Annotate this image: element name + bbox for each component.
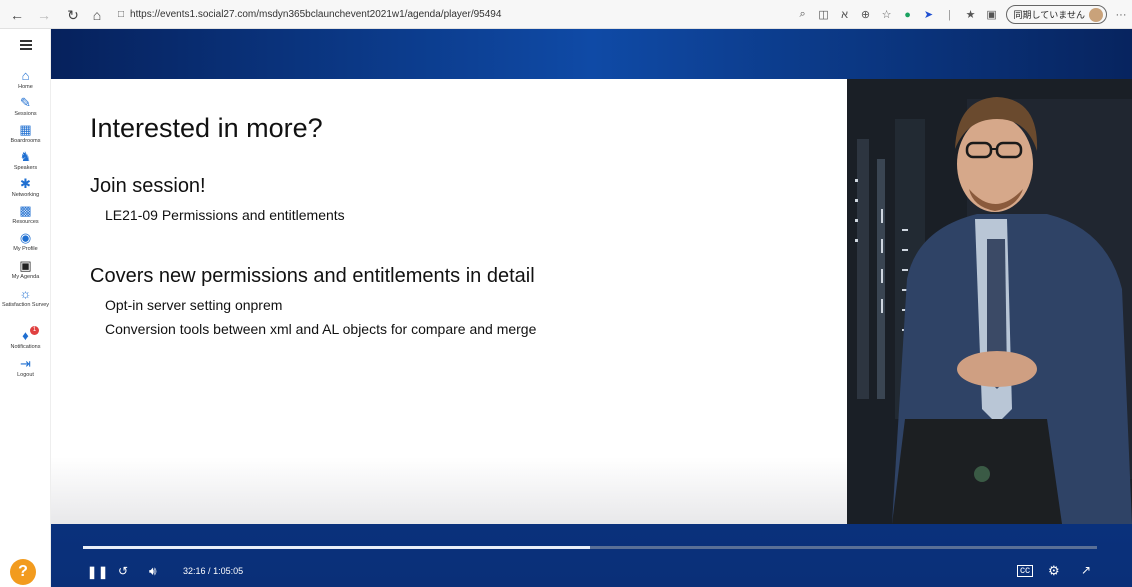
extension-green-icon[interactable]: ● bbox=[901, 9, 915, 21]
sync-label: 同期していません bbox=[1013, 10, 1085, 20]
timecode: 32:16 / 1:05:05 bbox=[183, 566, 243, 576]
sidebar-item-logout[interactable]: ⇥ Logout bbox=[0, 357, 51, 379]
time-current: 32:16 bbox=[183, 566, 206, 576]
address-bar[interactable]: □ https://events1.social27.com/msdyn365b… bbox=[118, 5, 808, 24]
captions-icon[interactable]: cc bbox=[1017, 565, 1033, 577]
slide-heading-covers: Covers new permissions and entitlements … bbox=[90, 265, 535, 287]
url-text: https://events1.social27.com/msdyn365bcl… bbox=[130, 9, 502, 20]
sidebar-item-networking[interactable]: ✱ Networking bbox=[0, 177, 51, 199]
speaker-video-image bbox=[847, 79, 1132, 524]
time-separator: / bbox=[208, 566, 211, 576]
resources-icon: ▩ bbox=[19, 203, 32, 218]
speaker-icon: ♞ bbox=[19, 149, 32, 164]
sidebar-item-home[interactable]: ⌂ Home bbox=[0, 69, 51, 91]
logout-icon: ⇥ bbox=[20, 356, 31, 371]
sidebar-item-label: Notifications bbox=[10, 344, 41, 350]
refresh-icon[interactable]: ↻ bbox=[62, 4, 84, 26]
sidebar-item-label: My Agenda bbox=[11, 274, 40, 280]
back-icon[interactable]: ← bbox=[6, 4, 28, 26]
sidebar-item-my-agenda[interactable]: ▣ My Agenda bbox=[0, 259, 51, 281]
sync-button[interactable]: 同期していません bbox=[1005, 5, 1107, 24]
sidebar-item-label: My Profile bbox=[13, 246, 38, 252]
translate-icon[interactable]: א bbox=[838, 9, 852, 21]
time-total: 1:05:05 bbox=[213, 566, 244, 576]
progress-bar[interactable] bbox=[83, 546, 1097, 549]
sidebar-item-label: Speakers bbox=[13, 165, 38, 171]
player-controls: ❚❚ ↺ 🔊︎ 32:16 / 1:05:05 cc ⚙ ↗ bbox=[51, 558, 1132, 587]
pencil-icon: ✎ bbox=[20, 95, 31, 110]
sidebar-item-label: Logout bbox=[17, 372, 34, 378]
fullscreen-icon[interactable]: ↗ bbox=[1081, 563, 1091, 577]
settings-gear-icon[interactable]: ⚙ bbox=[1048, 563, 1060, 579]
forward-icon[interactable]: → bbox=[33, 4, 55, 26]
event-sidebar: ⌂ Home ✎ Sessions ▦ Boardrooms ♞ Speaker… bbox=[0, 29, 51, 587]
sidebar-item-sessions[interactable]: ✎ Sessions bbox=[0, 96, 51, 118]
favorite-add-icon[interactable]: ☆ bbox=[880, 8, 894, 21]
sidebar-item-label: Satisfaction Survey bbox=[1, 302, 50, 308]
sidebar-item-label: Resources bbox=[12, 219, 39, 225]
reader-icon[interactable]: ◫ bbox=[817, 8, 831, 21]
favorites-icon[interactable]: ★ bbox=[964, 8, 978, 21]
lock-icon: □ bbox=[118, 9, 125, 20]
sidebar-item-label: Home bbox=[18, 84, 33, 90]
boardroom-icon: ▦ bbox=[19, 122, 32, 137]
notification-badge: 1 bbox=[30, 326, 39, 335]
sidebar-item-label: Boardrooms bbox=[10, 138, 41, 144]
network-icon: ✱ bbox=[20, 176, 31, 191]
calendar-icon: ▣ bbox=[19, 258, 32, 273]
slide-bullet-session: LE21-09 Permissions and entitlements bbox=[105, 207, 345, 223]
progress-fill bbox=[83, 546, 590, 549]
sidebar-item-speakers[interactable]: ♞ Speakers bbox=[0, 150, 51, 172]
player-top-band bbox=[51, 29, 1132, 79]
separator-icon: | bbox=[948, 8, 951, 21]
extension-blue-icon[interactable]: ➤ bbox=[922, 8, 936, 21]
pause-icon[interactable]: ❚❚ bbox=[87, 565, 109, 579]
rewind-10-icon[interactable]: ↺ bbox=[118, 564, 128, 578]
sidebar-item-my-profile[interactable]: ◉ My Profile bbox=[0, 231, 51, 253]
collections-icon[interactable]: ▣ bbox=[985, 8, 999, 21]
help-button[interactable]: ? bbox=[10, 559, 36, 585]
profile-avatar bbox=[1089, 7, 1103, 22]
search-icon[interactable]: ⌕ bbox=[796, 8, 810, 21]
slide-heading-join: Join session! bbox=[90, 175, 206, 197]
presentation-slide: Interested in more? Join session! LE21-0… bbox=[51, 79, 847, 524]
slide-bullet-optin: Opt-in server setting onprem bbox=[105, 297, 283, 313]
menu-icon[interactable] bbox=[20, 40, 32, 50]
home-icon: ⌂ bbox=[21, 68, 30, 83]
survey-icon: ☼ bbox=[19, 286, 32, 301]
sidebar-item-resources[interactable]: ▩ Resources bbox=[0, 204, 51, 226]
home-browser-icon[interactable]: ⌂ bbox=[86, 4, 108, 26]
speaker-camera-feed bbox=[847, 79, 1132, 524]
browser-tools: ⌕ ◫ א ⊕ ☆ ● ➤ | ★ ▣ 同期していません ··· bbox=[796, 4, 1128, 25]
profile-icon: ◉ bbox=[19, 230, 32, 245]
sidebar-item-label: Networking bbox=[11, 192, 40, 198]
zoom-icon[interactable]: ⊕ bbox=[859, 8, 873, 21]
slide-bullet-conversion: Conversion tools between xml and AL obje… bbox=[105, 321, 537, 337]
sidebar-item-boardrooms[interactable]: ▦ Boardrooms bbox=[0, 123, 51, 145]
slide-title: Interested in more? bbox=[90, 113, 323, 143]
browser-toolbar: ← → ↻ ⌂ □ https://events1.social27.com/m… bbox=[0, 0, 1132, 29]
more-menu-icon[interactable]: ··· bbox=[1114, 9, 1128, 21]
video-player[interactable]: Interested in more? Join session! LE21-0… bbox=[51, 29, 1132, 587]
sidebar-item-label: Sessions bbox=[14, 111, 37, 117]
volume-icon[interactable]: 🔊︎ bbox=[149, 564, 157, 579]
sidebar-item-notifications[interactable]: ♦ 1 Notifications bbox=[0, 326, 51, 351]
sidebar-item-survey[interactable]: ☼ Satisfaction Survey bbox=[0, 287, 51, 309]
